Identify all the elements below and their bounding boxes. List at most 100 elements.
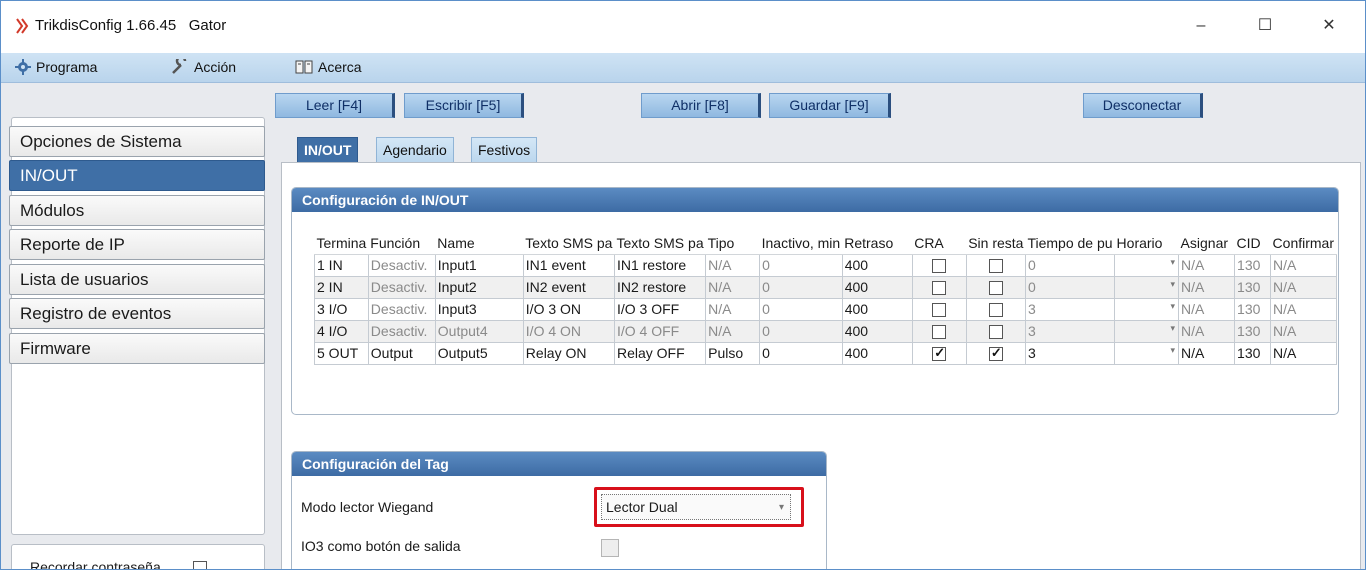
checkbox[interactable] [988,325,1003,340]
checkbox[interactable] [988,259,1003,274]
schedule-select[interactable]: ▾ [1114,319,1180,343]
pulse-time-cell[interactable]: 3 [1024,341,1116,365]
disconnect-button[interactable]: Desconectar [1083,93,1203,118]
schedule-select[interactable]: ▾ [1114,297,1180,321]
confirm-cell[interactable]: N/A [1270,275,1337,299]
io3-exit-button-checkbox[interactable] [601,539,619,557]
checkbox[interactable] [988,303,1003,318]
no-restore-checkbox[interactable] [965,253,1026,277]
write-button[interactable]: Escribir [F5] [404,93,524,118]
no-restore-checkbox[interactable] [965,275,1026,299]
cra-checkbox[interactable] [911,253,967,277]
terminal-cell[interactable]: 4 I/O [314,319,369,343]
pulse-time-cell[interactable]: 3 [1024,297,1116,321]
col-header[interactable]: CRA [912,232,967,255]
no-restore-checkbox[interactable] [965,341,1026,365]
assign-cell[interactable]: N/A [1178,275,1236,299]
terminal-cell[interactable]: 3 I/O [314,297,369,321]
col-header[interactable]: Sin resta [966,232,1026,255]
checkbox[interactable] [988,345,1003,362]
sidebar-item-reporte-de-ip[interactable]: Reporte de IP [9,229,265,260]
inactive-cell[interactable]: 0 [759,297,843,321]
name-cell[interactable]: Input2 [434,275,524,299]
sms-on-cell[interactable]: I/O 4 ON [522,319,615,343]
no-restore-checkbox[interactable] [965,297,1026,321]
function-cell[interactable]: Desactiv. [367,275,436,299]
sidebar-item-firmware[interactable]: Firmware [9,333,265,364]
cra-checkbox[interactable] [911,297,967,321]
function-cell[interactable]: Desactiv. [367,319,436,343]
delay-cell[interactable]: 400 [841,341,913,365]
inactive-cell[interactable]: 0 [759,275,843,299]
type-cell[interactable]: N/A [705,319,761,343]
remember-password-checkbox[interactable] [192,561,207,569]
function-cell[interactable]: Desactiv. [367,297,436,321]
col-header[interactable]: Texto SMS pa [523,232,615,255]
col-header[interactable]: Asignar [1178,232,1235,255]
minimize-button[interactable]: – [1181,11,1221,41]
name-cell[interactable]: Input1 [434,253,524,277]
sms-off-cell[interactable]: IN2 restore [613,275,707,299]
col-header[interactable]: Horario [1114,232,1179,255]
checkbox[interactable] [932,345,947,362]
confirm-cell[interactable]: N/A [1270,319,1337,343]
terminal-cell[interactable]: 2 IN [314,275,369,299]
menu-programa[interactable]: Programa [15,59,97,75]
col-header[interactable]: CID [1234,232,1271,255]
maximize-button[interactable]: ☐ [1245,11,1285,41]
col-header[interactable]: Retraso [842,232,913,255]
function-cell[interactable]: Desactiv. [367,253,436,277]
save-button[interactable]: Guardar [F9] [769,93,891,118]
pulse-time-cell[interactable]: 0 [1024,253,1116,277]
read-button[interactable]: Leer [F4] [275,93,395,118]
checkbox[interactable] [932,259,947,274]
col-header[interactable]: Name [435,232,524,255]
inactive-cell[interactable]: 0 [759,319,843,343]
assign-cell[interactable]: N/A [1178,253,1236,277]
delay-cell[interactable]: 400 [841,297,913,321]
assign-cell[interactable]: N/A [1178,297,1236,321]
inactive-cell[interactable]: 0 [759,253,843,277]
col-header[interactable]: Inactivo, min [759,232,843,255]
col-header[interactable]: Tipo [705,232,760,255]
tab-agendario[interactable]: Agendario [376,137,454,163]
cra-checkbox[interactable] [911,319,967,343]
menu-acerca[interactable]: Acerca [295,59,362,75]
terminal-cell[interactable]: 1 IN [314,253,369,277]
pulse-time-cell[interactable]: 3 [1024,319,1116,343]
confirm-cell[interactable]: N/A [1270,253,1337,277]
sms-off-cell[interactable]: IN1 restore [613,253,707,277]
name-cell[interactable]: Output5 [434,341,524,365]
cid-cell[interactable]: 130 [1234,341,1272,365]
sms-on-cell[interactable]: IN1 event [522,253,615,277]
cid-cell[interactable]: 130 [1234,275,1272,299]
table-row[interactable]: 2 IN Desactiv. Input2 IN2 event IN2 restore N… [314,275,1337,299]
delay-cell[interactable]: 400 [841,319,913,343]
type-cell[interactable]: Pulso [705,341,761,365]
type-cell[interactable]: N/A [705,275,761,299]
col-header[interactable]: Tiempo de pu [1025,232,1115,255]
schedule-select[interactable]: ▾ [1114,275,1180,299]
name-cell[interactable]: Input3 [434,297,524,321]
open-button[interactable]: Abrir [F8] [641,93,761,118]
checkbox[interactable] [932,325,947,340]
sms-off-cell[interactable]: Relay OFF [613,341,707,365]
col-header[interactable]: Confirmar [1270,232,1337,255]
col-header[interactable]: Texto SMS pa [614,232,706,255]
cra-checkbox[interactable] [911,275,967,299]
sidebar-item-in-out[interactable]: IN/OUT [9,160,265,191]
schedule-select[interactable]: ▾ [1114,253,1180,277]
col-header[interactable]: Termina [314,232,369,255]
cra-checkbox[interactable] [911,341,967,365]
no-restore-checkbox[interactable] [965,319,1026,343]
terminal-cell[interactable]: 5 OUT [314,341,369,365]
col-header[interactable]: Función [368,232,436,255]
sms-on-cell[interactable]: IN2 event [522,275,615,299]
table-row[interactable]: 1 IN Desactiv. Input1 IN1 event IN1 restore N… [314,253,1337,277]
sidebar-item-registro-de-eventos[interactable]: Registro de eventos [9,298,265,329]
sidebar-item-lista-de-usuarios[interactable]: Lista de usuarios [9,264,265,295]
schedule-select[interactable]: ▾ [1114,341,1180,365]
menu-accion[interactable]: Acción [171,59,236,75]
sms-on-cell[interactable]: I/O 3 ON [522,297,615,321]
name-cell[interactable]: Output4 [434,319,524,343]
